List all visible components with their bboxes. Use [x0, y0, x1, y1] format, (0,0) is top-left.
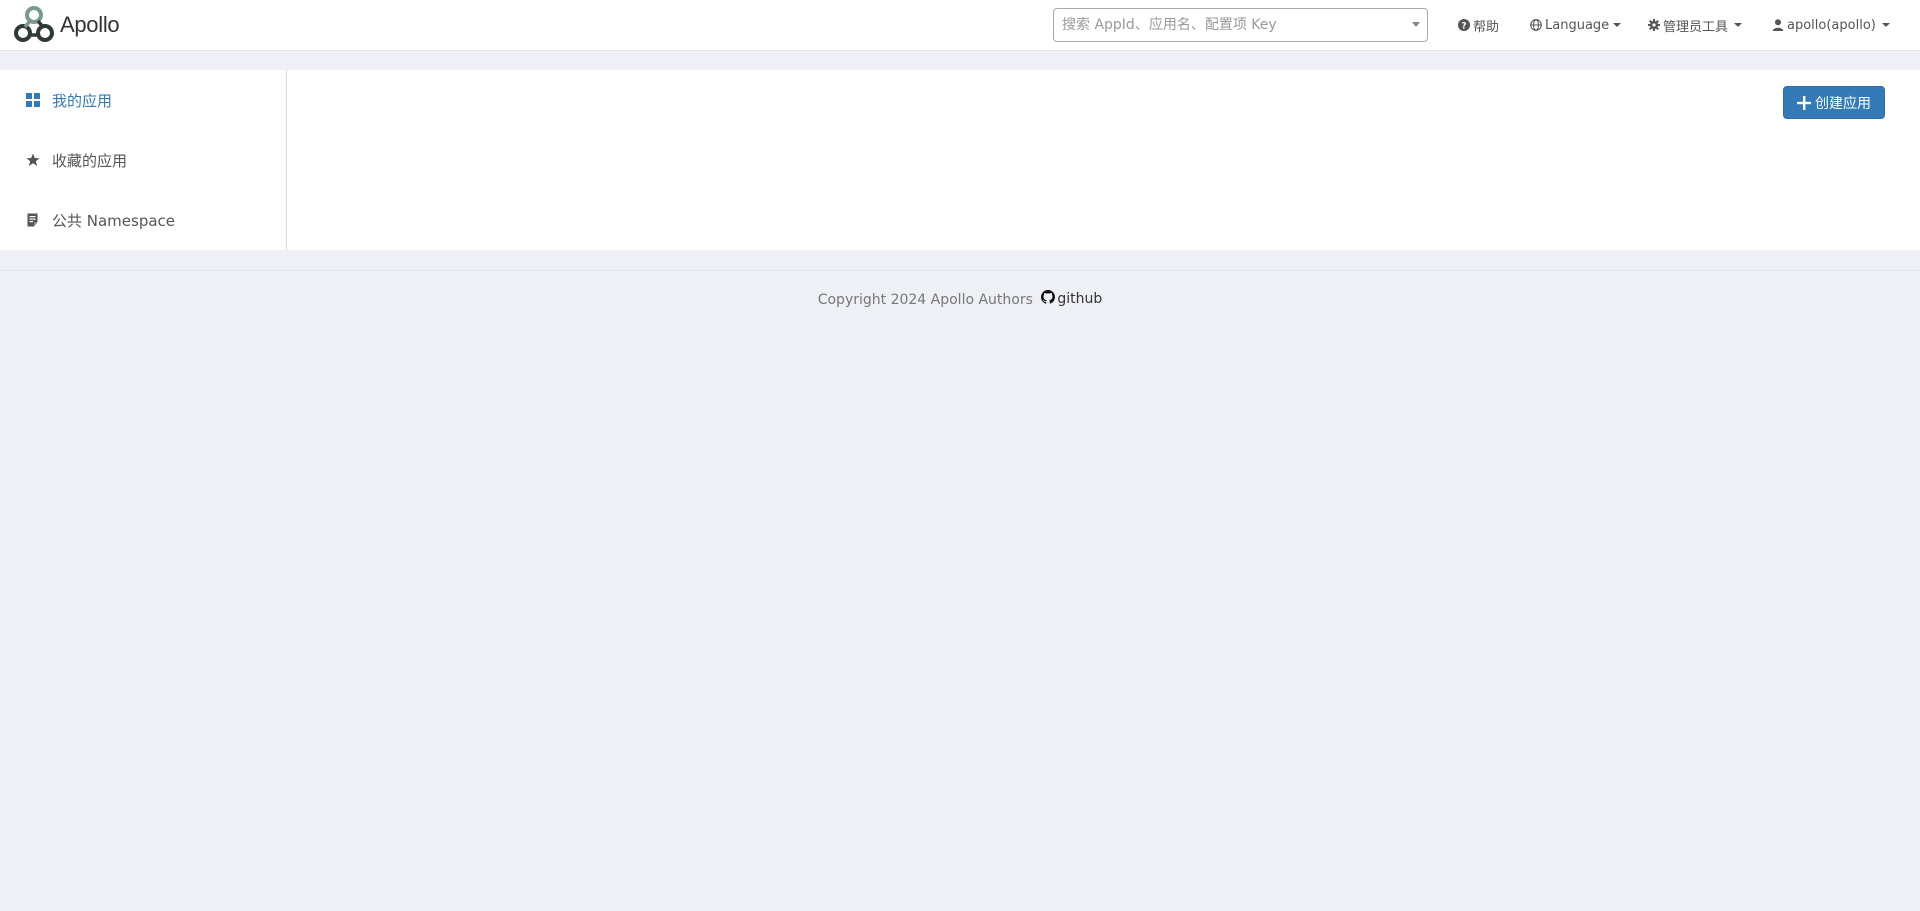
github-link[interactable]: github — [1041, 290, 1102, 308]
brand-name: Apollo — [60, 12, 120, 37]
user-dropdown[interactable]: apollo(apollo) — [1772, 0, 1890, 50]
create-app-label: 创建应用 — [1815, 95, 1871, 112]
sidebar-item-favorite-apps[interactable]: 收藏的应用 — [0, 140, 286, 180]
caret-down-icon — [1734, 23, 1743, 27]
user-label: apollo(apollo) — [1787, 17, 1876, 33]
search-select[interactable] — [1053, 8, 1428, 42]
apollo-logo-icon — [14, 6, 54, 44]
help-label: 帮助 — [1473, 19, 1500, 35]
dropdown-arrow-icon[interactable] — [1412, 22, 1420, 27]
help-link[interactable]: ? 帮助 — [1458, 0, 1499, 50]
caret-down-icon — [1613, 23, 1622, 27]
sidebar-item-public-namespace[interactable]: 公共 Namespace — [0, 200, 286, 240]
language-label: Language — [1545, 17, 1610, 33]
github-icon — [1041, 290, 1057, 308]
svg-text:?: ? — [1461, 21, 1466, 31]
brand-link[interactable]: Apollo — [14, 6, 120, 44]
question-circle-icon: ? — [1458, 19, 1470, 31]
language-dropdown[interactable]: Language — [1530, 0, 1622, 50]
user-icon — [1772, 19, 1784, 31]
main-panel: 我的应用 收藏的应用 公共 Namespace — [0, 70, 1920, 250]
sidebar-item-label: 收藏的应用 — [52, 151, 128, 170]
sidebar: 我的应用 收藏的应用 公共 Namespace — [0, 70, 287, 250]
admin-tools-label: 管理员工具 — [1663, 19, 1729, 35]
sidebar-item-my-apps[interactable]: 我的应用 — [0, 80, 286, 120]
sidebar-item-label: 我的应用 — [52, 91, 113, 110]
grid-icon — [26, 93, 40, 107]
github-label: github — [1057, 291, 1103, 307]
gear-icon — [1648, 19, 1660, 31]
copyright-text: Copyright 2024 Apollo Authors — [817, 292, 1033, 308]
sidebar-item-label: 公共 Namespace — [52, 211, 176, 230]
admin-tools-dropdown[interactable]: 管理员工具 — [1648, 0, 1743, 50]
plus-icon — [1797, 95, 1811, 110]
globe-icon — [1530, 19, 1542, 31]
app-list-content — [288, 70, 1920, 250]
footer-divider — [0, 270, 1920, 271]
footer: Copyright 2024 Apollo Authors github — [0, 290, 1920, 308]
search-input[interactable] — [1054, 9, 1394, 41]
caret-down-icon — [1881, 23, 1890, 27]
document-icon — [26, 213, 40, 227]
create-app-button[interactable]: 创建应用 — [1783, 86, 1885, 119]
top-navbar: Apollo ? 帮助 Language — [0, 0, 1920, 51]
star-icon — [26, 153, 40, 167]
